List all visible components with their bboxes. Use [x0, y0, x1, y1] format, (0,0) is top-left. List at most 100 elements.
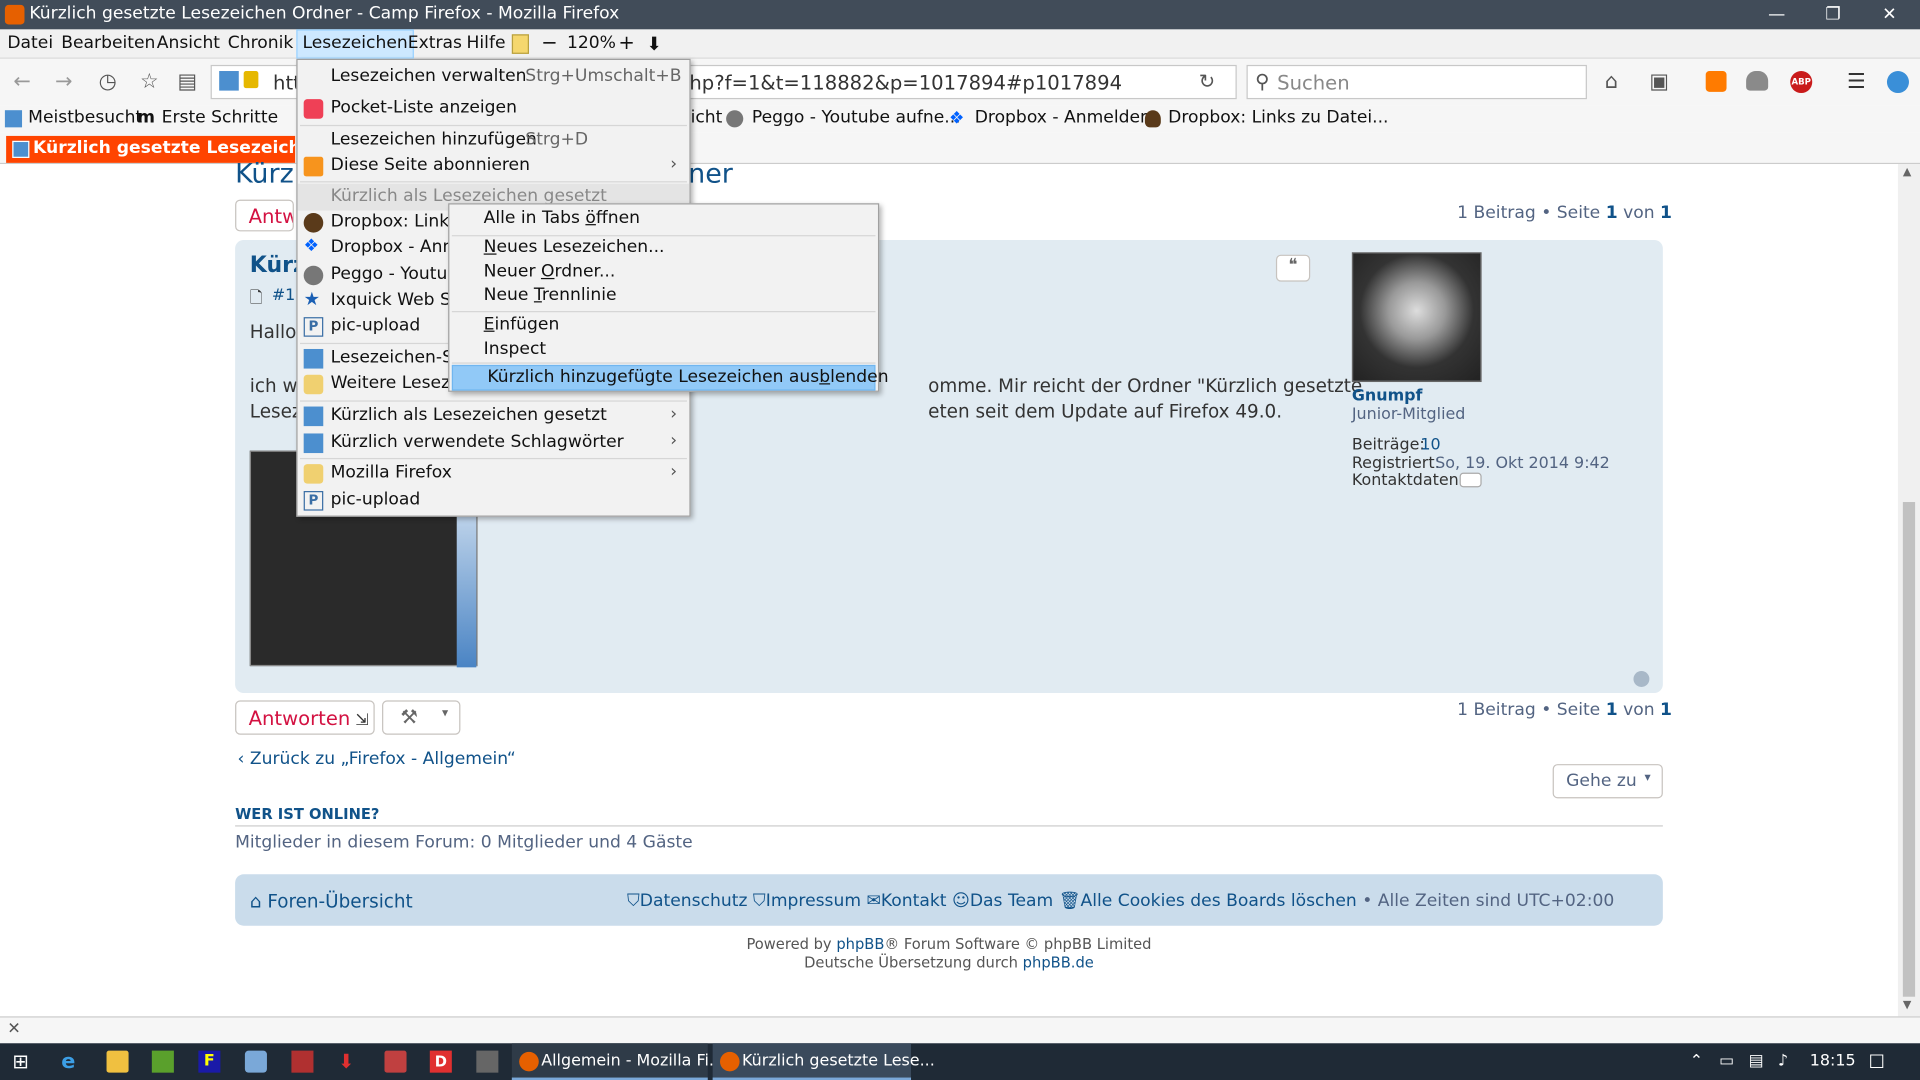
ctx-inspect[interactable]: Inspect — [449, 337, 878, 364]
taskbar-window-1[interactable]: Allgemein - Mozilla Fi... — [511, 1043, 724, 1080]
windows-start-icon[interactable]: ⊞ — [12, 1043, 28, 1080]
pocket-label: Pocket-Liste anzeigen — [330, 97, 517, 118]
sync-icon[interactable] — [1886, 71, 1909, 94]
printer-icon[interactable] — [476, 1050, 499, 1073]
archive-icon[interactable] — [384, 1050, 407, 1073]
reply-button[interactable]: Antworten ⇲ — [235, 700, 375, 735]
menu-item-pocket[interactable]: Pocket-Liste anzeigen — [298, 96, 690, 123]
hamburger-menu-icon[interactable]: ☰ — [1844, 70, 1868, 94]
reader-icon[interactable]: ▤ — [175, 70, 199, 94]
topic-title-start[interactable]: Kürz — [235, 159, 294, 190]
footer-navbar: ⌂ Foren-Übersicht ⛉Datenschutz ⛉Impressu… — [235, 874, 1663, 926]
menu-item-recent-tags[interactable]: Kürzlich verwendete Schlagwörter › — [298, 430, 690, 457]
history-icon[interactable]: ◷ — [96, 70, 120, 94]
zoom-in-button[interactable]: + — [618, 31, 634, 54]
menu-item-add-bookmark[interactable]: Lesezeichen hinzufügen Strg+D — [298, 127, 690, 154]
team-link[interactable]: Das Team — [970, 891, 1053, 911]
explorer-icon[interactable] — [106, 1050, 129, 1073]
scroll-top-icon[interactable] — [1633, 671, 1650, 687]
restore-button[interactable]: ❐ — [1805, 2, 1861, 26]
screenshot-icon[interactable]: ▣ — [1647, 70, 1671, 94]
scroll-down-icon[interactable]: ▼ — [1903, 999, 1911, 1011]
back-icon[interactable]: ← — [10, 70, 34, 94]
clock[interactable]: 18:15 — [1810, 1043, 1856, 1080]
bookmark-dropbox-anmelden[interactable]: Dropbox - Anmelden — [975, 108, 1151, 128]
findbar-close-icon[interactable]: ✕ — [7, 1020, 20, 1038]
translation-credit: Deutsche Übersetzung durch phpBB.de — [0, 954, 1898, 971]
ctx-open-all-tabs[interactable]: Alle in Tabs öffnen — [449, 206, 878, 233]
adblock-icon[interactable]: ABP — [1790, 71, 1813, 94]
app-icon[interactable] — [244, 1050, 267, 1073]
notepad-icon[interactable] — [151, 1050, 174, 1073]
menu-item-recently-bookmarked[interactable]: Kürzlich als Lesezeichen gesetzt › — [298, 403, 690, 430]
d-app-icon[interactable]: D — [429, 1050, 452, 1073]
bookmark-meistbesucht[interactable]: Meistbesucht — [28, 108, 142, 128]
privacy-link[interactable]: Datenschutz — [640, 891, 748, 911]
phpbb-de-link[interactable]: phpBB.de — [1023, 954, 1094, 971]
edge-icon[interactable]: e — [61, 1051, 83, 1073]
bookmark-partial[interactable]: icht — [691, 108, 723, 128]
battery-icon[interactable]: ▭ — [1719, 1043, 1734, 1080]
forward-icon[interactable]: → — [51, 70, 75, 94]
tools-button[interactable]: ⚒ ▾ — [382, 700, 461, 735]
reply-button-top[interactable]: Antw — [235, 199, 294, 232]
minimize-button[interactable]: — — [1749, 2, 1805, 26]
notifications-icon[interactable]: ☐ — [1869, 1043, 1885, 1080]
ctx-new-separator[interactable]: Neue Trennlinie — [449, 283, 878, 310]
zoom-level[interactable]: 120% — [567, 33, 616, 53]
tray-chevron-icon[interactable]: ⌃ — [1690, 1043, 1703, 1080]
media-icon[interactable] — [291, 1050, 314, 1073]
ctx-paste[interactable]: Einfügen — [449, 312, 878, 339]
imprint-link[interactable]: Impressum — [766, 891, 861, 911]
download-red-icon[interactable]: ⬇ — [338, 1050, 360, 1073]
post-number[interactable]: #1 — [272, 287, 295, 305]
scroll-up-icon[interactable]: ▲ — [1903, 167, 1911, 179]
extension-icon[interactable] — [1705, 71, 1727, 92]
volume-icon[interactable]: ♪ — [1778, 1043, 1788, 1080]
star-icon[interactable]: ☆ — [137, 70, 161, 94]
ctx-hide-recent[interactable]: Kürzlich hinzugefügte Lesezeichen ausble… — [451, 364, 889, 391]
author-rank: Junior-Mitglied — [1351, 405, 1466, 424]
topic-title-end[interactable]: ner — [688, 159, 733, 190]
zoom-out-button[interactable]: − — [541, 31, 557, 54]
bookmark-peggo[interactable]: Peggo - Youtube aufne... — [752, 108, 961, 128]
menu-extras[interactable]: Extras — [408, 33, 462, 53]
posts-count[interactable]: 10 — [1420, 436, 1440, 454]
scrollbar-thumb[interactable] — [1902, 502, 1916, 997]
home-icon[interactable]: ⌂ — [1599, 70, 1623, 94]
url-text-end[interactable]: hp?f=1&t=118882&p=1017894#p1017894 — [689, 71, 1122, 94]
network-icon[interactable]: ▤ — [1749, 1043, 1764, 1080]
bookmark-dropbox-links[interactable]: Dropbox: Links zu Datei... — [1168, 108, 1388, 128]
page-scrollbar[interactable]: ▲ ▼ — [1897, 164, 1920, 1017]
taskbar-window-2[interactable]: Kürzlich gesetzte Lese... — [712, 1043, 935, 1080]
contact-link[interactable]: Kontakt — [881, 891, 947, 911]
menu-item-manage-bookmarks[interactable]: Lesezeichen verwalten Strg+Umschalt+B — [298, 64, 690, 91]
search-input[interactable]: ⚲ Suchen — [1246, 64, 1587, 100]
note-icon[interactable] — [511, 34, 529, 54]
delete-cookies-link[interactable]: Alle Cookies des Boards löschen — [1080, 891, 1356, 911]
menu-item-mozilla-firefox[interactable]: Mozilla Firefox › — [298, 460, 690, 487]
filezilla-icon[interactable]: F — [198, 1050, 221, 1073]
bookmark-erste-schritte[interactable]: Erste Schritte — [162, 108, 279, 128]
back-link[interactable]: ‹ Zurück zu „Firefox - Allgemein“ — [238, 749, 516, 769]
menu-ansicht[interactable]: Ansicht — [157, 33, 220, 53]
menu-item-subscribe[interactable]: Diese Seite abonnieren › — [298, 153, 690, 180]
quote-button[interactable]: ❝ — [1275, 254, 1311, 282]
menu-item-pic-upload-2[interactable]: Ppic-upload — [298, 487, 690, 514]
reload-icon[interactable]: ↻ — [1199, 70, 1215, 93]
menu-datei[interactable]: Datei — [7, 33, 53, 53]
menu-bearbeiten[interactable]: Bearbeiten — [61, 33, 155, 53]
download-icon[interactable]: ⬇ — [647, 33, 662, 55]
forum-index-link[interactable]: ⌂ Foren-Übersicht — [250, 890, 413, 912]
ctx-new-bookmark[interactable]: Neues Lesezeichen... — [449, 235, 878, 262]
menu-chronik[interactable]: Chronik — [228, 33, 294, 53]
phpbb-link[interactable]: phpBB — [836, 936, 884, 953]
goto-button[interactable]: Gehe zu ▾ — [1552, 764, 1663, 799]
author-name[interactable]: Gnumpf — [1352, 387, 1423, 405]
menu-lesezeichen[interactable]: Lesezeichen — [296, 29, 414, 59]
ghostery-icon[interactable] — [1746, 71, 1769, 91]
close-button[interactable]: ✕ — [1861, 2, 1917, 26]
avatar[interactable] — [1351, 252, 1482, 383]
contact-icon[interactable] — [1459, 472, 1482, 488]
menu-hilfe[interactable]: Hilfe — [467, 33, 506, 53]
